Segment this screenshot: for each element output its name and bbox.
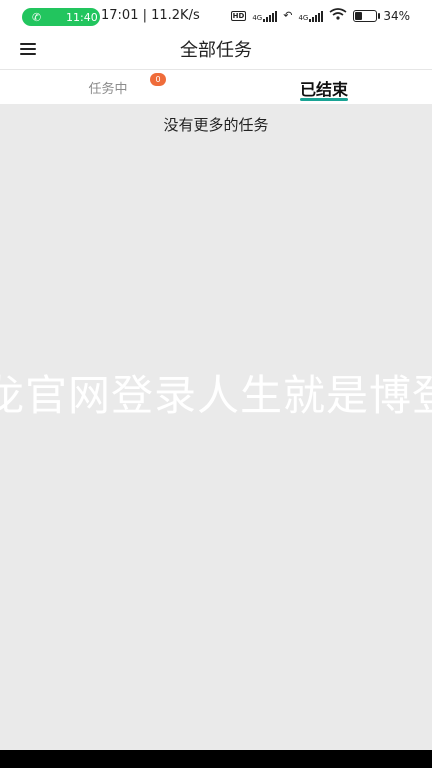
signal-icon: 4G — [252, 10, 278, 22]
hd-icon: HD — [230, 10, 247, 21]
signal-icon-2: 4G — [298, 10, 324, 22]
status-icons: HD 4G ↶ 4G 34% — [230, 8, 410, 23]
wifi-icon — [329, 8, 347, 23]
network-type-2: 4G — [298, 13, 309, 22]
active-tab-indicator — [300, 98, 348, 101]
count-badge: 0 — [150, 73, 166, 86]
task-list[interactable]: 没有更多的任务 龙官网登录人生就是博登 — [0, 104, 432, 750]
call-time: 11:40 — [66, 10, 98, 24]
status-bar: ✆ 11:40 17:01 | 11.2K/s HD 4G ↶ 4G 34% — [0, 0, 432, 33]
phone-icon: ✆ — [32, 10, 42, 24]
tab-label: 任务中 — [88, 82, 128, 97]
battery-icon — [353, 9, 381, 22]
task-tabs: 任务中 0 已结束 — [0, 70, 432, 104]
call-forward-icon: ↶ — [283, 9, 293, 22]
page-title: 全部任务 — [180, 40, 252, 61]
app-bar: 全部任务 — [0, 33, 432, 70]
tab-finished[interactable]: 已结束 — [216, 70, 432, 104]
time-and-speed: 17:01 | 11.2K/s — [101, 8, 200, 23]
network-type: 4G — [252, 13, 263, 22]
watermark-text: 龙官网登录人生就是博登 — [0, 371, 432, 420]
tab-label: 已结束 — [299, 80, 348, 99]
tab-in-progress[interactable]: 任务中 0 — [0, 70, 216, 104]
system-nav-bar — [0, 750, 432, 768]
ongoing-call-indicator[interactable]: ✆ 11:40 — [22, 8, 100, 26]
battery-percent: 34% — [383, 8, 410, 23]
empty-state-message: 没有更多的任务 — [163, 116, 269, 134]
